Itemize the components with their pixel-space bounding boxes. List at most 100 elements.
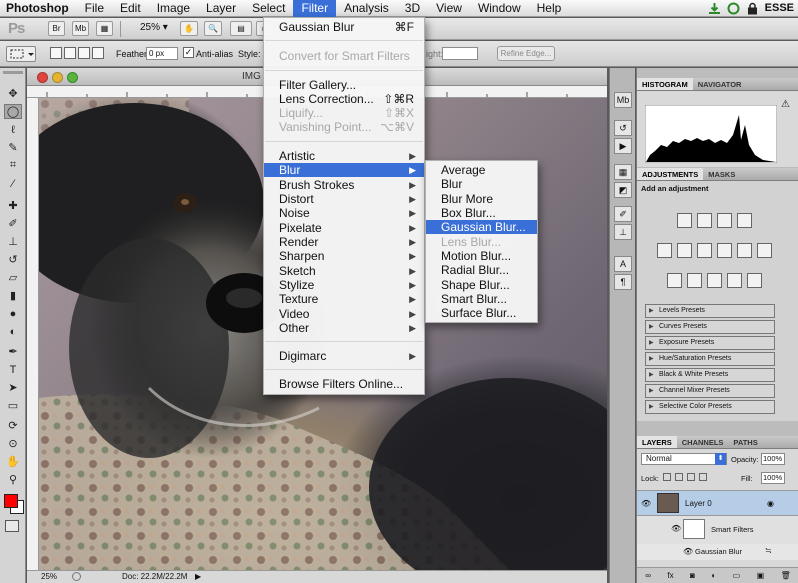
filter-render[interactable]: Render ▶ bbox=[264, 235, 424, 249]
curves-icon[interactable] bbox=[717, 213, 732, 228]
smart-filters-visibility-icon[interactable]: 👁 bbox=[671, 524, 681, 533]
warning-icon[interactable]: ⚠ bbox=[781, 99, 790, 110]
tab-channels[interactable]: CHANNELS bbox=[677, 436, 729, 448]
trash-icon[interactable]: 🗑 bbox=[781, 571, 791, 580]
layer-name[interactable]: Layer 0 bbox=[685, 499, 712, 508]
menu-select[interactable]: Select bbox=[244, 0, 293, 17]
filter-video[interactable]: Video ▶ bbox=[264, 307, 424, 321]
menu-layer[interactable]: Layer bbox=[198, 0, 244, 17]
eyedropper-tool-icon[interactable]: ⁄ bbox=[4, 176, 22, 191]
add-mask-icon[interactable]: ◙ bbox=[690, 571, 695, 580]
filter-blur[interactable]: Blur ▶ bbox=[264, 163, 424, 177]
filter-gallery[interactable]: Filter Gallery... bbox=[264, 78, 424, 92]
quick-mask-icon[interactable] bbox=[5, 520, 19, 532]
color-balance-icon[interactable] bbox=[697, 243, 712, 258]
tool-preset-picker[interactable] bbox=[6, 46, 36, 62]
filter-visibility-icon[interactable]: 👁 bbox=[683, 547, 693, 556]
swatches-icon[interactable]: ▦ bbox=[614, 164, 632, 180]
filter-digimarc[interactable]: Digimarc ▶ bbox=[264, 349, 424, 363]
filter-noise[interactable]: Noise ▶ bbox=[264, 206, 424, 220]
blur-box-blur[interactable]: Box Blur... bbox=[426, 206, 537, 220]
layer-style-icon[interactable]: fx bbox=[667, 571, 673, 580]
lock-position-icon[interactable] bbox=[687, 473, 695, 481]
arrange-documents-button[interactable]: ▤ bbox=[230, 21, 252, 36]
levels-icon[interactable] bbox=[697, 213, 712, 228]
path-selection-tool-icon[interactable]: ➤ bbox=[4, 380, 22, 395]
blur-blur-more[interactable]: Blur More bbox=[426, 192, 537, 206]
bridge-button[interactable]: Br bbox=[48, 21, 65, 36]
layer-visibility-icon[interactable]: 👁 bbox=[641, 499, 651, 508]
lasso-tool-icon[interactable]: ℓ bbox=[4, 122, 22, 137]
dodge-tool-icon[interactable]: ◐ bbox=[4, 324, 22, 339]
hand-tool-button[interactable]: ✋ bbox=[180, 21, 198, 36]
character-icon[interactable]: A bbox=[614, 256, 632, 272]
lock-pixels-icon[interactable] bbox=[675, 473, 683, 481]
status-info-icon[interactable] bbox=[72, 572, 81, 581]
refine-edge-button[interactable]: Refine Edge... bbox=[497, 46, 555, 61]
lock-icon[interactable] bbox=[746, 2, 759, 15]
actions-icon[interactable]: ▶ bbox=[614, 138, 632, 154]
height-input[interactable] bbox=[442, 47, 478, 60]
link-layers-icon[interactable]: ∞ bbox=[645, 571, 651, 580]
blending-options-icon[interactable]: ≒ bbox=[765, 546, 772, 555]
filter-stylize[interactable]: Stylize ▶ bbox=[264, 278, 424, 292]
styles-icon[interactable]: ◩ bbox=[614, 182, 632, 198]
view-extras-button[interactable]: ▦ bbox=[96, 21, 113, 36]
brushes-icon[interactable]: ✐ bbox=[614, 206, 632, 222]
tab-navigator[interactable]: NAVIGATOR bbox=[693, 78, 747, 90]
lock-all-icon[interactable] bbox=[699, 473, 707, 481]
tab-layers[interactable]: LAYERS bbox=[637, 436, 677, 448]
blend-mode-select[interactable]: Normal ⬍ bbox=[641, 453, 727, 465]
hue-saturation-icon[interactable] bbox=[677, 243, 692, 258]
menu-app-photoshop[interactable]: Photoshop bbox=[0, 0, 77, 17]
filter-sketch[interactable]: Sketch ▶ bbox=[264, 264, 424, 278]
blur-surface-blur[interactable]: Surface Blur... bbox=[426, 306, 537, 320]
group-icon[interactable]: ▭ bbox=[733, 571, 741, 580]
adjustment-layer-icon[interactable]: ◐ bbox=[711, 571, 716, 580]
subtract-selection-icon[interactable] bbox=[78, 47, 90, 59]
lock-transparency-icon[interactable] bbox=[663, 473, 671, 481]
blur-smart-blur[interactable]: Smart Blur... bbox=[426, 292, 537, 306]
brush-tool-icon[interactable]: ✐ bbox=[4, 216, 22, 231]
tab-paths[interactable]: PATHS bbox=[728, 436, 762, 448]
tab-histogram[interactable]: HISTOGRAM bbox=[637, 78, 693, 90]
brightness-contrast-icon[interactable] bbox=[677, 213, 692, 228]
minimize-window-icon[interactable] bbox=[52, 72, 63, 83]
blur-average[interactable]: Average bbox=[426, 163, 537, 177]
black-white-icon[interactable] bbox=[717, 243, 732, 258]
type-tool-icon[interactable]: T bbox=[4, 362, 22, 377]
new-selection-icon[interactable] bbox=[50, 47, 62, 59]
invert-icon[interactable] bbox=[667, 273, 682, 288]
preset-channel-mixer[interactable]: Channel Mixer Presets bbox=[645, 384, 775, 398]
menu-filter[interactable]: Filter bbox=[293, 0, 337, 17]
eraser-tool-icon[interactable]: ▱ bbox=[4, 270, 22, 285]
mini-bridge-icon[interactable]: Mb bbox=[614, 92, 632, 108]
photo-filter-icon[interactable] bbox=[737, 243, 752, 258]
history-brush-tool-icon[interactable]: ↺ bbox=[4, 252, 22, 267]
filter-other[interactable]: Other ▶ bbox=[264, 321, 424, 335]
zoom-window-icon[interactable] bbox=[67, 72, 78, 83]
blur-blur[interactable]: Blur bbox=[426, 177, 537, 191]
filter-pixelate[interactable]: Pixelate ▶ bbox=[264, 221, 424, 235]
blur-radial-blur[interactable]: Radial Blur... bbox=[426, 263, 537, 277]
blur-tool-icon[interactable]: ● bbox=[4, 306, 22, 321]
3d-orbit-tool-icon[interactable]: ⊙ bbox=[4, 436, 22, 451]
status-zoom[interactable]: 25% bbox=[41, 572, 57, 581]
menu-view[interactable]: View bbox=[428, 0, 470, 17]
gaussian-blur-filter-row[interactable]: 👁 Gaussian Blur ≒ bbox=[637, 544, 798, 560]
selective-color-icon[interactable] bbox=[747, 273, 762, 288]
filter-last-gaussian-blur[interactable]: Gaussian Blur ⌘F bbox=[264, 20, 424, 34]
tab-adjustments[interactable]: ADJUSTMENTS bbox=[637, 168, 704, 180]
preset-hue-saturation[interactable]: Hue/Saturation Presets bbox=[645, 352, 775, 366]
preset-exposure[interactable]: Exposure Presets bbox=[645, 336, 775, 350]
vibrance-icon[interactable] bbox=[657, 243, 672, 258]
quick-selection-tool-icon[interactable]: ✎ bbox=[4, 140, 22, 155]
add-to-selection-icon[interactable] bbox=[64, 47, 76, 59]
posterize-icon[interactable] bbox=[687, 273, 702, 288]
menu-analysis[interactable]: Analysis bbox=[336, 0, 397, 17]
menu-edit[interactable]: Edit bbox=[112, 0, 149, 17]
gradient-map-icon[interactable] bbox=[727, 273, 742, 288]
threshold-icon[interactable] bbox=[707, 273, 722, 288]
exposure-icon[interactable] bbox=[737, 213, 752, 228]
preset-selective-color[interactable]: Selective Color Presets bbox=[645, 400, 775, 414]
